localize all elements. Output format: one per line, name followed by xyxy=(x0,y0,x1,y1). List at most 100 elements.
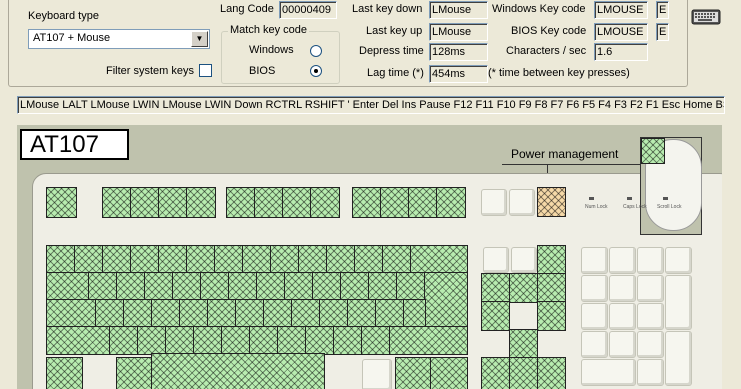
key-space[interactable] xyxy=(151,353,325,389)
chevron-down-icon[interactable]: ▼ xyxy=(191,31,208,47)
key-enter[interactable] xyxy=(424,272,468,328)
key-page-up[interactable] xyxy=(537,245,566,275)
key-j[interactable] xyxy=(263,299,293,328)
key-i[interactable] xyxy=(284,272,314,301)
key-f1[interactable] xyxy=(102,187,132,218)
key-b[interactable] xyxy=(221,326,251,355)
key-esc[interactable] xyxy=(46,187,77,218)
key-a[interactable] xyxy=(95,299,125,328)
key-t[interactable] xyxy=(200,272,230,301)
key-num-0[interactable] xyxy=(581,359,636,386)
key-end[interactable] xyxy=(509,273,538,303)
key-f5[interactable] xyxy=(226,187,256,218)
key-left-ctrl[interactable] xyxy=(46,357,83,389)
key-num-minus[interactable] xyxy=(665,247,692,274)
keyboard-type-select[interactable]: AT107 + Mouse ▼ xyxy=(28,29,210,49)
key-num-4[interactable] xyxy=(581,303,608,330)
key-num-decimal[interactable] xyxy=(637,359,664,386)
key-m[interactable] xyxy=(277,326,307,355)
key-caps-lock[interactable] xyxy=(46,299,97,328)
key-nav-extra-1[interactable] xyxy=(481,301,510,331)
key-2[interactable] xyxy=(102,245,132,274)
key-f12[interactable] xyxy=(436,187,466,218)
key-w[interactable] xyxy=(116,272,146,301)
key-left-shift[interactable] xyxy=(46,326,111,355)
key-backslash[interactable] xyxy=(403,299,426,328)
key-d[interactable] xyxy=(151,299,181,328)
key-q[interactable] xyxy=(88,272,118,301)
key-k[interactable] xyxy=(291,299,321,328)
key-r[interactable] xyxy=(172,272,202,301)
key-delete[interactable] xyxy=(481,273,510,303)
key-o[interactable] xyxy=(312,272,342,301)
key-num-6[interactable] xyxy=(637,303,664,330)
key-c[interactable] xyxy=(165,326,195,355)
key-up-arrow[interactable] xyxy=(509,329,538,359)
key-left-win[interactable] xyxy=(116,357,153,389)
key-p[interactable] xyxy=(340,272,370,301)
key-g[interactable] xyxy=(207,299,237,328)
key-f4[interactable] xyxy=(186,187,216,218)
key-f6[interactable] xyxy=(254,187,284,218)
key-nav-extra-2[interactable] xyxy=(537,301,566,331)
key-tab[interactable] xyxy=(46,272,90,301)
key-left-arrow[interactable] xyxy=(481,357,510,389)
key-x[interactable] xyxy=(137,326,167,355)
key-right-bracket[interactable] xyxy=(396,272,426,301)
key-f8[interactable] xyxy=(310,187,340,218)
key-left-mouse[interactable] xyxy=(641,138,665,164)
key-num-lock[interactable] xyxy=(581,247,608,274)
key-7[interactable] xyxy=(242,245,272,274)
match-windows-radio[interactable] xyxy=(310,45,322,57)
key-down-arrow[interactable] xyxy=(509,357,538,389)
key-right-shift[interactable] xyxy=(389,326,468,355)
key-print-screen[interactable] xyxy=(481,189,507,216)
key-num-divide[interactable] xyxy=(609,247,636,274)
key-f9[interactable] xyxy=(352,187,382,218)
key-0[interactable] xyxy=(326,245,356,274)
key-4[interactable] xyxy=(158,245,188,274)
filter-system-keys-checkbox[interactable] xyxy=(199,64,212,77)
key-8[interactable] xyxy=(270,245,300,274)
key-power[interactable] xyxy=(537,187,566,217)
key-num-7[interactable] xyxy=(581,275,608,302)
key-h[interactable] xyxy=(235,299,265,328)
key-quote[interactable] xyxy=(375,299,405,328)
key-5[interactable] xyxy=(186,245,216,274)
key-insert[interactable] xyxy=(483,247,509,273)
key-f7[interactable] xyxy=(282,187,312,218)
key-f3[interactable] xyxy=(158,187,188,218)
key-semicolon[interactable] xyxy=(347,299,377,328)
key-f10[interactable] xyxy=(380,187,410,218)
key-s[interactable] xyxy=(123,299,153,328)
key-num-9[interactable] xyxy=(637,275,664,302)
key-menu[interactable] xyxy=(362,359,392,389)
key-n[interactable] xyxy=(249,326,279,355)
key-period[interactable] xyxy=(333,326,363,355)
key-right-alt[interactable] xyxy=(395,357,432,389)
key-page-down[interactable] xyxy=(537,273,566,303)
key-right-ctrl[interactable] xyxy=(430,357,468,389)
key-3[interactable] xyxy=(130,245,160,274)
key-backspace[interactable] xyxy=(410,245,468,274)
key-f11[interactable] xyxy=(408,187,438,218)
key-l[interactable] xyxy=(319,299,349,328)
key-1[interactable] xyxy=(74,245,104,274)
key-minus[interactable] xyxy=(354,245,384,274)
match-bios-radio[interactable] xyxy=(310,65,322,77)
key-equals[interactable] xyxy=(382,245,412,274)
keyboard-icon[interactable] xyxy=(690,4,722,28)
key-num-1[interactable] xyxy=(581,331,608,358)
key-z[interactable] xyxy=(109,326,139,355)
key-f2[interactable] xyxy=(130,187,160,218)
key-num-2[interactable] xyxy=(609,331,636,358)
key-y[interactable] xyxy=(228,272,258,301)
key-scroll-lock[interactable] xyxy=(509,189,535,216)
key-slash[interactable] xyxy=(361,326,391,355)
key-num-3[interactable] xyxy=(637,331,664,358)
key-num-enter[interactable] xyxy=(665,331,692,386)
key-v[interactable] xyxy=(193,326,223,355)
key-backtick[interactable] xyxy=(46,245,76,274)
key-num-plus[interactable] xyxy=(665,275,692,330)
key-left-bracket[interactable] xyxy=(368,272,398,301)
